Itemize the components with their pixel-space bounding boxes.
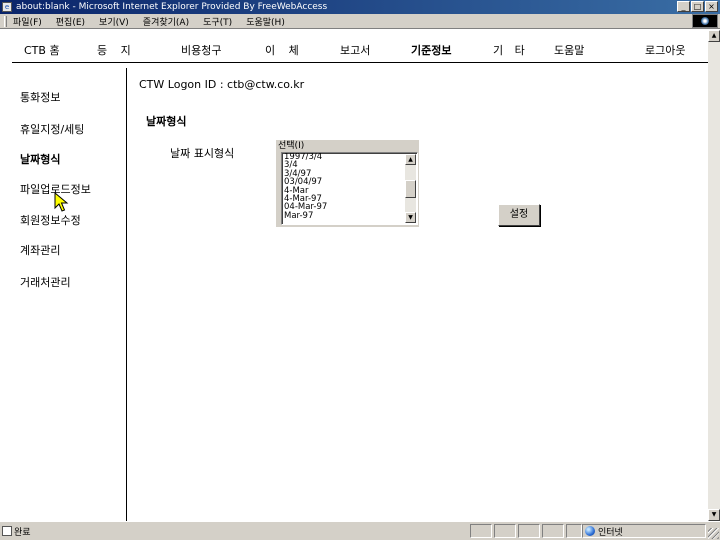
mouse-cursor-icon [54, 192, 69, 212]
sidebar-item-currency[interactable]: 통화정보 [20, 89, 60, 105]
page-done-icon [2, 526, 12, 536]
menu-grip [4, 15, 7, 27]
sidebar-item-accounts[interactable]: 계좌관리 [20, 242, 60, 258]
status-bar: 완료 인터넷 [0, 521, 720, 540]
logon-id: CTW Logon ID : ctb@ctw.co.kr [139, 78, 305, 91]
scroll-thumb[interactable] [405, 180, 416, 198]
menu-bar: 파일(F) 편집(E) 보기(V) 즐겨찾기(A) 도구(T) 도움말(H) [0, 14, 720, 29]
internet-zone-icon [585, 526, 595, 536]
listbox-caption: 선택(I) [278, 141, 305, 151]
status-panel [566, 524, 582, 538]
menu-view[interactable]: 보기(V) [99, 15, 129, 28]
window-title-bar[interactable]: e about:blank - Microsoft Internet Explo… [0, 0, 720, 14]
nav-logout[interactable]: 로그아웃 [645, 42, 685, 58]
page-title: 날짜형식 [146, 115, 187, 128]
nav-register[interactable]: 등 지 [97, 42, 131, 58]
status-panel [470, 524, 492, 538]
menu-edit[interactable]: 편집(E) [56, 15, 85, 28]
ie-throbber-icon [692, 14, 718, 28]
sidebar-item-clients[interactable]: 거래처관리 [20, 274, 71, 290]
page-scroll-up-arrow-icon[interactable]: ▲ [708, 30, 720, 42]
menu-tools[interactable]: 도구(T) [203, 15, 232, 28]
date-format-listbox[interactable]: 1997/3/4 3/4 3/4/97 03/04/97 4-Mar 4-Mar… [281, 152, 418, 225]
nav-base-info[interactable]: 기준정보 [411, 42, 451, 58]
nav-etc[interactable]: 기 타 [493, 42, 525, 58]
page-scrollbar[interactable]: ▲ ▼ [708, 30, 720, 521]
resize-grip[interactable] [708, 528, 719, 539]
nav-divider [12, 62, 708, 63]
nav-reports[interactable]: 보고서 [340, 42, 370, 58]
date-format-group: 선택(I) 1997/3/4 3/4 3/4/97 03/04/97 4-Mar… [276, 140, 419, 227]
nav-help[interactable]: 도움말 [554, 42, 584, 58]
sidebar-item-date-format[interactable]: 날짜형식 [20, 151, 60, 167]
window-controls: _ □ × [677, 1, 718, 12]
scroll-up-arrow-icon[interactable]: ▲ [405, 154, 416, 165]
nav-transfer[interactable]: 이 체 [265, 42, 299, 58]
ie-page-icon: e [2, 2, 12, 12]
sidebar-item-member-edit[interactable]: 회원정보수정 [20, 212, 81, 228]
set-button[interactable]: 설정 [498, 204, 540, 226]
maximize-button[interactable]: □ [691, 1, 704, 12]
date-format-label: 날짜 표시형식 [170, 147, 235, 160]
window-title: about:blank - Microsoft Internet Explore… [16, 2, 328, 12]
status-text: 완료 [14, 528, 31, 538]
nav-billing[interactable]: 비용청구 [181, 42, 221, 58]
scroll-down-arrow-icon[interactable]: ▼ [405, 212, 416, 223]
top-navigation: CTB 홈 등 지 비용청구 이 체 보고서 기준정보 기 타 도움말 로그아웃 [0, 42, 708, 62]
nav-ctb-home[interactable]: CTB 홈 [24, 42, 60, 58]
status-panel [494, 524, 516, 538]
status-panel [542, 524, 564, 538]
page-scroll-down-arrow-icon[interactable]: ▼ [708, 509, 720, 521]
list-item[interactable]: 1997/3/4 [284, 153, 406, 161]
zone-text: 인터넷 [598, 528, 623, 538]
sidebar-divider [126, 68, 127, 521]
listbox-scrollbar[interactable]: ▲ ▼ [405, 154, 416, 223]
list-item[interactable]: Mar-97 [284, 211, 406, 220]
sidebar-item-holidays[interactable]: 휴일지정/세팅 [20, 121, 84, 137]
menu-file[interactable]: 파일(F) [13, 15, 42, 28]
status-panel [518, 524, 540, 538]
menu-favorites[interactable]: 즐겨찾기(A) [143, 15, 189, 28]
menu-help[interactable]: 도움말(H) [246, 15, 285, 28]
page-content: CTB 홈 등 지 비용청구 이 체 보고서 기준정보 기 타 도움말 로그아웃… [0, 30, 708, 521]
close-button[interactable]: × [705, 1, 718, 12]
minimize-button[interactable]: _ [677, 1, 690, 12]
listbox-options: 1997/3/4 3/4 3/4/97 03/04/97 4-Mar 4-Mar… [284, 153, 406, 220]
